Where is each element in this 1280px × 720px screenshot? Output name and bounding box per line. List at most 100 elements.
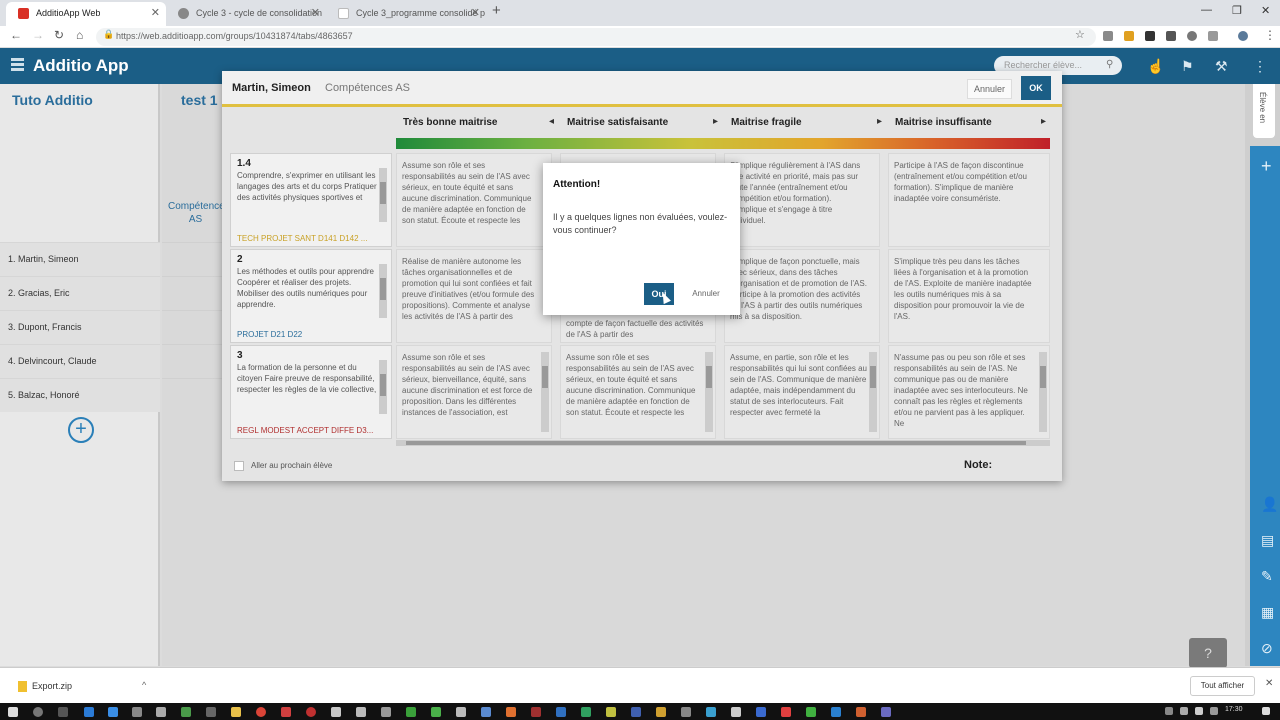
student-row[interactable]: 2. Gracias, Eric [0, 276, 160, 310]
app-icon[interactable] [881, 707, 891, 717]
home-icon[interactable]: ⌂ [76, 28, 83, 42]
no-button[interactable]: Annuler [683, 283, 729, 305]
pointer-icon[interactable]: ☝ [1147, 58, 1164, 75]
app-icon[interactable] [706, 707, 716, 717]
app-icon[interactable] [756, 707, 766, 717]
download-item[interactable]: Export.zip ^ [10, 674, 150, 698]
notification-icon[interactable] [1262, 707, 1270, 715]
scrollbar[interactable] [379, 264, 387, 318]
app-icon[interactable] [206, 707, 216, 717]
app-icon[interactable] [806, 707, 816, 717]
extension-icon[interactable] [1187, 31, 1197, 41]
student-row[interactable]: 4. Delvincourt, Claude [0, 344, 160, 378]
document-icon[interactable]: ▤ [1261, 532, 1274, 549]
close-tab-icon[interactable]: ✕ [471, 2, 480, 24]
extension-icon[interactable] [1145, 31, 1155, 41]
app-icon[interactable] [606, 707, 616, 717]
arrow-right-icon[interactable]: ▸ [877, 116, 882, 127]
app-icon[interactable] [681, 707, 691, 717]
app-icon[interactable] [781, 707, 791, 717]
menu-icon[interactable] [11, 58, 24, 72]
horizontal-scrollbar[interactable] [396, 440, 1050, 446]
back-icon[interactable]: ← [10, 28, 22, 42]
tray-icon[interactable] [1210, 707, 1218, 715]
tools-icon[interactable]: ⚒ [1215, 58, 1228, 75]
address-bar[interactable]: 🔒 https://web.additioapp.com/groups/1043… [96, 28, 1096, 46]
app-icon[interactable] [108, 707, 118, 717]
rubric-cell[interactable]: Réalise de manière autonome les tâches o… [396, 249, 552, 343]
pencil-icon[interactable]: ✎ [1261, 568, 1273, 585]
close-tab-icon[interactable]: ✕ [311, 2, 320, 24]
column-header[interactable]: Compétences AS [168, 200, 230, 226]
profile-avatar-icon[interactable] [1238, 31, 1248, 41]
app-icon[interactable] [132, 707, 142, 717]
tray-icon[interactable] [1195, 707, 1203, 715]
scrollbar[interactable] [1039, 352, 1047, 432]
tray-icon[interactable] [1180, 707, 1188, 715]
scrollbar[interactable] [869, 352, 877, 432]
app-icon[interactable] [481, 707, 491, 717]
rubric-cell[interactable]: S'implique de façon ponctuelle, mais ave… [724, 249, 880, 343]
app-icon[interactable] [156, 707, 166, 717]
app-icon[interactable] [306, 707, 316, 717]
cancel-button[interactable]: Annuler [967, 79, 1012, 99]
browser-tab-additio[interactable]: AdditioApp Web ✕ [6, 2, 166, 26]
scrollbar[interactable] [541, 352, 549, 432]
extension-icon[interactable] [1208, 31, 1218, 41]
app-icon[interactable] [84, 707, 94, 717]
pin-icon[interactable]: ⚑ [1181, 58, 1194, 75]
extension-icon[interactable] [1166, 31, 1176, 41]
close-tab-icon[interactable]: ✕ [151, 2, 160, 24]
rubric-cell[interactable]: S'implique très peu dans les tâches liée… [888, 249, 1050, 343]
app-icon[interactable] [556, 707, 566, 717]
ok-button[interactable]: OK [1021, 76, 1051, 100]
help-button[interactable]: ? [1189, 638, 1227, 668]
app-icon[interactable] [331, 707, 341, 717]
app-icon[interactable] [656, 707, 666, 717]
rubric-cell[interactable]: Assume son rôle et ses responsabilités a… [396, 345, 552, 439]
more-icon[interactable]: ⋮ [1253, 58, 1267, 75]
minimize-icon[interactable]: — [1201, 4, 1212, 16]
chrome-icon[interactable] [256, 707, 266, 717]
rubric-cell[interactable]: N'assume pas ou peu son rôle et ses resp… [888, 345, 1050, 439]
app-icon[interactable] [431, 707, 441, 717]
browser-tab-programme[interactable]: Cycle 3_programme consolidé p ✕ [326, 2, 486, 26]
app-icon[interactable] [531, 707, 541, 717]
app-icon[interactable] [856, 707, 866, 717]
rubric-cell[interactable]: Participe à l'AS de façon discontinue (e… [888, 153, 1050, 247]
search-icon[interactable]: ⚲ [1106, 59, 1113, 70]
app-icon[interactable] [181, 707, 191, 717]
windows-start-icon[interactable] [8, 707, 18, 717]
browser-tab-cycle3[interactable]: Cycle 3 - cycle de consolidation ✕ [166, 2, 326, 26]
chevron-up-icon[interactable]: ^ [142, 680, 146, 690]
app-icon[interactable] [381, 707, 391, 717]
rubric-cell[interactable]: Assume, en partie, son rôle et les respo… [724, 345, 880, 439]
rubric-cell[interactable]: S'implique régulièrement à l'AS dans une… [724, 153, 880, 247]
taskview-icon[interactable] [58, 707, 68, 717]
arrow-left-icon[interactable]: ◂ [549, 116, 554, 127]
student-row[interactable]: 3. Dupont, Francis [0, 310, 160, 344]
app-icon[interactable] [281, 707, 291, 717]
app-icon[interactable] [831, 707, 841, 717]
extension-icon[interactable] [1124, 31, 1134, 41]
app-icon[interactable] [356, 707, 366, 717]
close-window-icon[interactable]: ✕ [1261, 4, 1270, 17]
user-icon[interactable]: 👤 [1261, 496, 1278, 513]
add-icon[interactable]: + [1261, 156, 1272, 177]
maximize-icon[interactable]: ❐ [1232, 4, 1242, 17]
arrow-right-icon[interactable]: ▸ [713, 116, 718, 127]
app-icon[interactable] [456, 707, 466, 717]
close-icon[interactable]: ✕ [1265, 678, 1273, 689]
app-icon[interactable] [631, 707, 641, 717]
folder-icon[interactable] [231, 707, 241, 717]
next-student-checkbox[interactable] [234, 461, 244, 471]
add-student-button[interactable]: + [68, 417, 94, 443]
rubric-cell[interactable]: Assume son rôle et ses responsabilités a… [396, 153, 552, 247]
attach-icon[interactable]: ⊘ [1261, 640, 1273, 657]
app-icon[interactable] [506, 707, 516, 717]
arrow-right-icon[interactable]: ▸ [1041, 116, 1046, 127]
app-icon[interactable] [731, 707, 741, 717]
scrollbar[interactable] [379, 360, 387, 414]
new-tab-icon[interactable]: + [492, 2, 501, 19]
rubric-cell[interactable]: Assume son rôle et ses responsabilités a… [560, 345, 716, 439]
